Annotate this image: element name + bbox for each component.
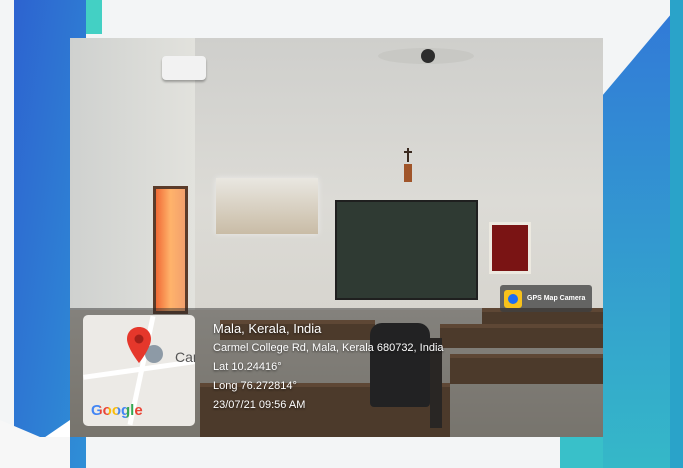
location-info: Mala, Kerala, India Carmel College Rd, M… <box>213 321 444 418</box>
classroom-photo: GPS Map Camera Carm Google Mala, Kerala,… <box>70 38 603 437</box>
google-label: Google <box>91 402 143 419</box>
gps-camera-logo-icon <box>504 289 522 308</box>
notice-board <box>489 222 531 274</box>
map-place-label: Carm <box>175 349 195 365</box>
location-address: Carmel College Rd, Mala, Kerala 680732, … <box>213 342 444 354</box>
ceiling-fan <box>378 48 474 64</box>
map-pin-icon <box>127 327 151 363</box>
longitude: Long 76.272814° <box>213 380 297 392</box>
map-thumbnail[interactable]: Carm Google <box>83 315 195 426</box>
projector <box>162 56 206 80</box>
badge-label: GPS Map Camera <box>527 295 586 302</box>
door <box>153 186 188 314</box>
google-logo: Google <box>91 402 143 419</box>
location-title: Mala, Kerala, India <box>213 321 322 336</box>
cross-icon <box>404 148 412 182</box>
projection-screen-image <box>216 178 318 234</box>
latitude: Lat 10.24416° <box>213 361 282 373</box>
timestamp: 23/07/21 09:56 AM <box>213 399 306 411</box>
blackboard <box>335 200 478 300</box>
